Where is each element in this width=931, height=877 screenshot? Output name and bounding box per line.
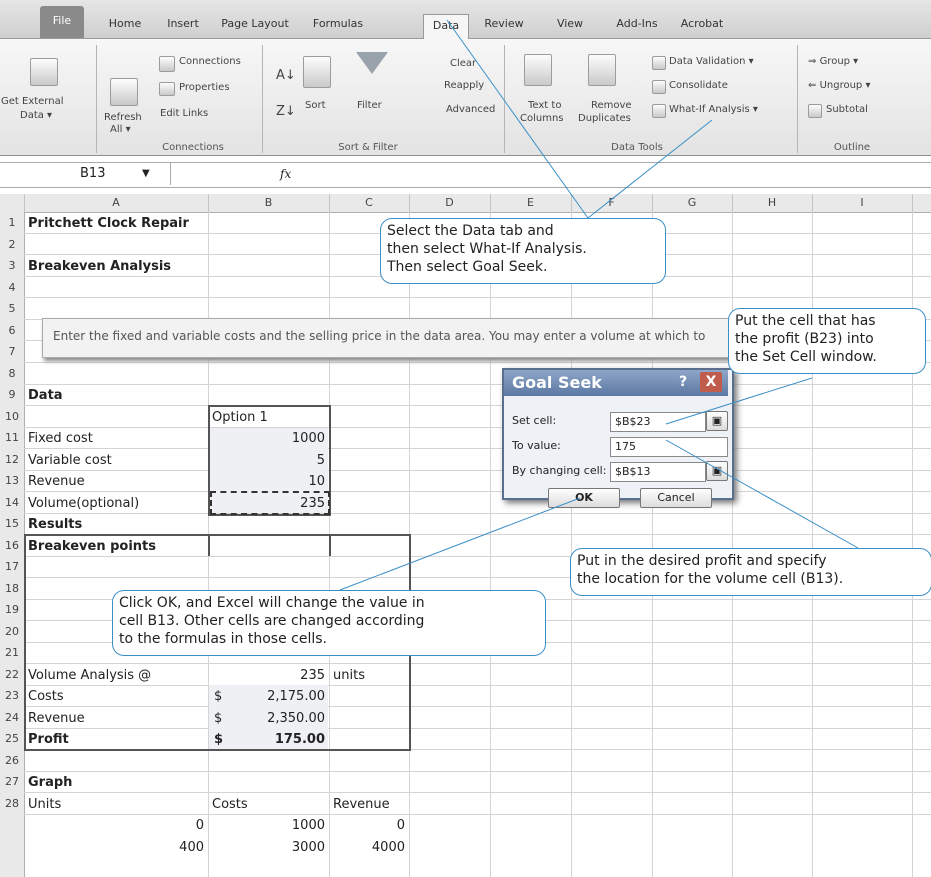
callout-text: Click OK, and Excel will change the valu…	[119, 595, 425, 611]
callout-desired-profit: Put in the desired profit and specify th…	[570, 548, 931, 596]
callout-set-cell: Put the cell that has the profit (B23) i…	[728, 308, 926, 374]
callout-text: Put the cell that has	[735, 313, 876, 329]
callout-text: Put in the desired profit and specify	[577, 553, 827, 569]
callout-text: Then select Goal Seek.	[387, 259, 548, 275]
leader-line	[665, 439, 859, 549]
callout-click-ok: Click OK, and Excel will change the valu…	[112, 590, 546, 656]
callout-text: to the formulas in those cells.	[119, 631, 327, 647]
callout-text: the location for the volume cell (B13).	[577, 571, 844, 587]
callout-leaders	[339, 19, 859, 591]
callout-text: then select What-If Analysis.	[387, 241, 587, 257]
leader-line	[587, 119, 713, 219]
callout-text: Select the Data tab and	[387, 223, 554, 239]
callout-text: cell B13. Other cells are changed accord…	[119, 613, 425, 629]
leader-line	[339, 497, 581, 591]
callout-text: the profit (B23) into	[735, 331, 874, 347]
leader-line	[446, 19, 589, 219]
callout-text: the Set Cell window.	[735, 349, 877, 365]
callout-data-tab: Select the Data tab and then select What…	[380, 218, 666, 284]
leader-line	[665, 377, 813, 425]
